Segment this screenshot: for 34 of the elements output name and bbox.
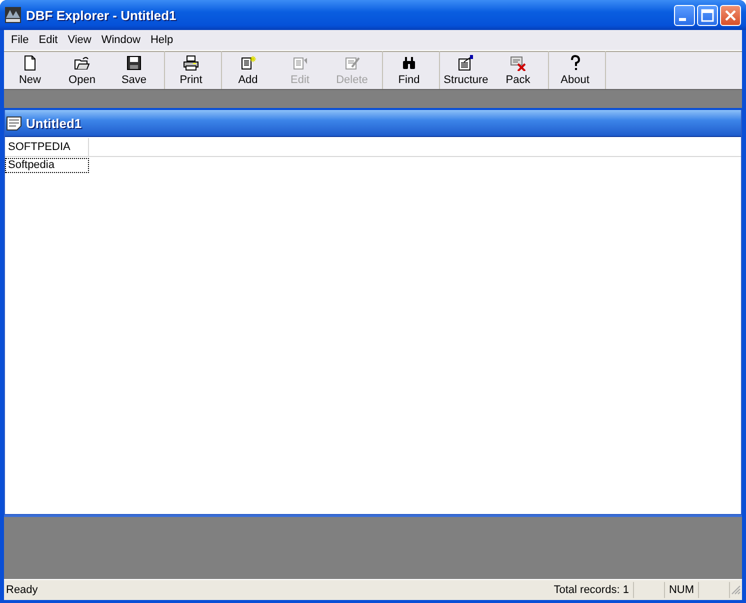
minimize-icon (679, 18, 686, 20)
page-icon (22, 54, 38, 70)
delete-record-icon (344, 54, 360, 70)
close-button[interactable] (720, 4, 741, 26)
num-lock-indicator: NUM (664, 582, 699, 598)
folder-icon (74, 54, 90, 70)
maximize-button[interactable] (697, 4, 718, 26)
minimize-button[interactable] (674, 4, 695, 26)
toolbar-button[interactable]: Save (108, 51, 160, 89)
edit-record-icon (292, 54, 308, 70)
toolbar-button[interactable]: Open (56, 51, 108, 89)
document-title: Untitled1 (26, 116, 82, 130)
toolbar-button[interactable]: Find (383, 51, 435, 89)
app-icon (5, 7, 21, 23)
resize-grip-icon[interactable] (730, 585, 742, 595)
menu-item[interactable]: File (6, 34, 34, 46)
toolbar-button[interactable]: About (549, 51, 601, 89)
toolbar-button[interactable]: Print (165, 51, 217, 89)
add-record-icon (240, 54, 256, 70)
menu-item[interactable]: View (62, 34, 96, 46)
menu-item[interactable]: Edit (34, 34, 63, 46)
toolbar-button[interactable]: Pack (492, 51, 544, 89)
table-cell[interactable]: Softpedia (5, 158, 89, 173)
menu-item[interactable]: Window (96, 34, 146, 46)
toolbar-button[interactable]: Add (222, 51, 274, 89)
status-message: Ready (5, 583, 39, 598)
record-count: Total records: 1 (550, 582, 634, 598)
menu-item[interactable]: Help (145, 34, 178, 46)
binoculars-icon (401, 54, 417, 70)
toolbar-button[interactable]: New (4, 51, 56, 89)
toolbar-button[interactable]: Structure (440, 51, 492, 89)
table-structure-icon (458, 54, 474, 70)
window-title: DBF Explorer - Untitled1 (26, 8, 178, 22)
printer-icon (183, 54, 199, 70)
